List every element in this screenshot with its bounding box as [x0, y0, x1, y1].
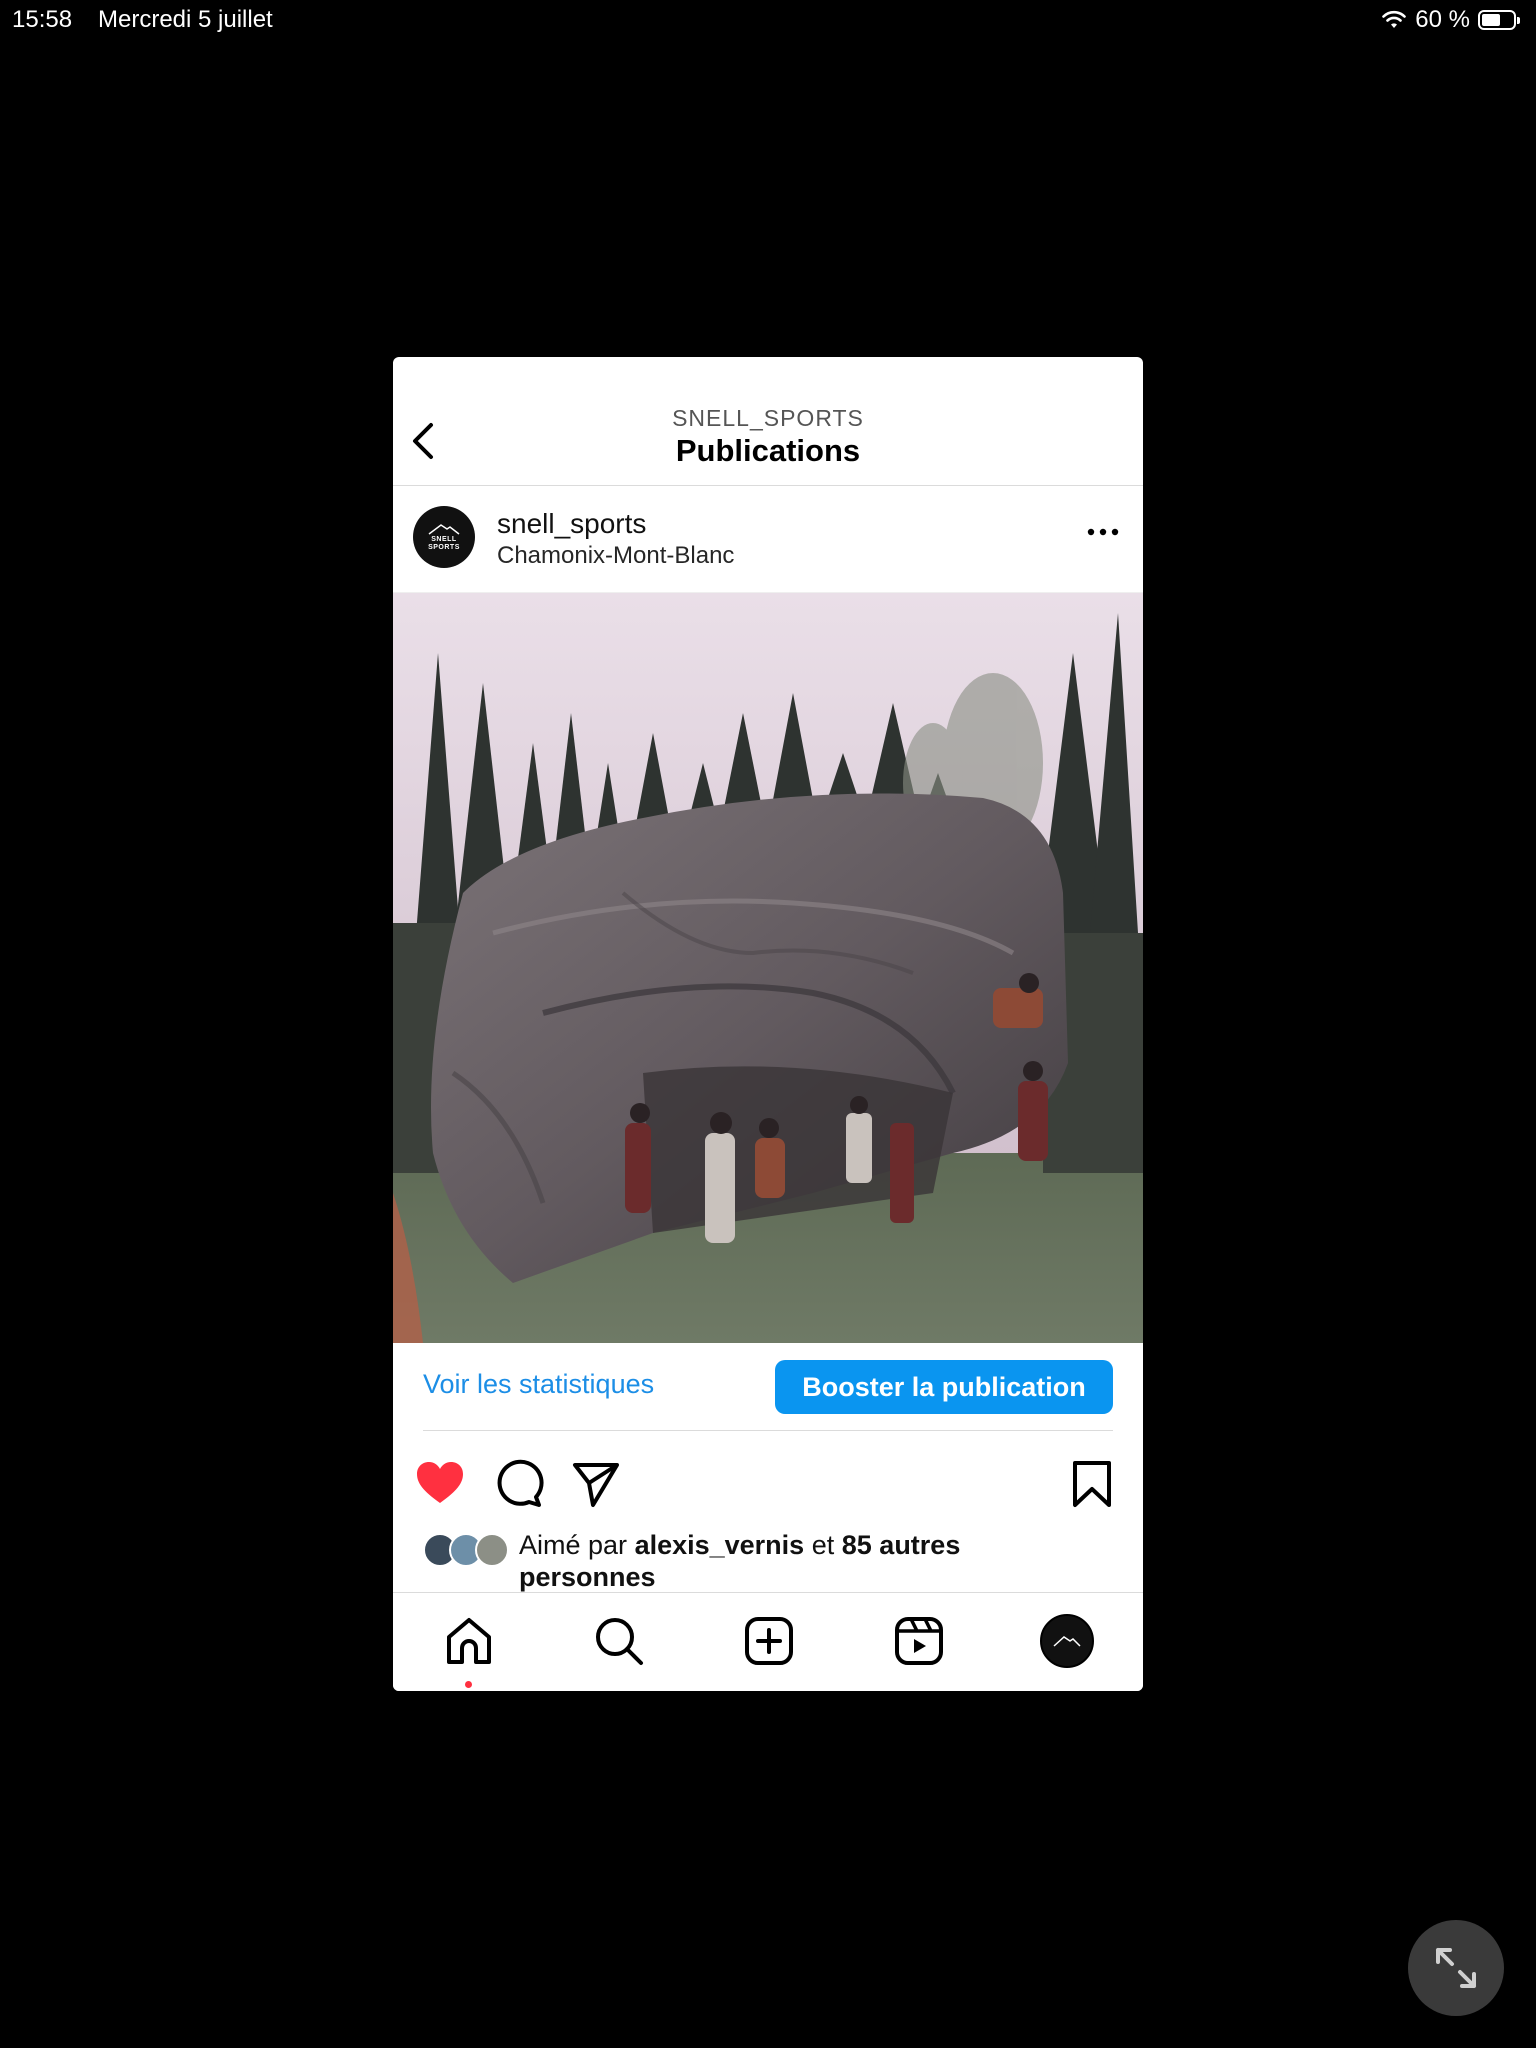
nav-header: SNELL_SPORTS Publications: [393, 357, 1143, 486]
post-username[interactable]: snell_sports: [497, 508, 646, 540]
wifi-icon: [1382, 10, 1407, 28]
post-header: SNELL SPORTS snell_sports Chamonix-Mont-…: [393, 486, 1143, 593]
instagram-post-view: SNELL_SPORTS Publications SNELL SPORTS s…: [393, 357, 1143, 1691]
avatar[interactable]: SNELL SPORTS: [413, 506, 475, 568]
likes-summary[interactable]: Aimé par alexis_vernis et 85 autres pers…: [423, 1529, 1123, 1592]
more-options-icon[interactable]: [1083, 520, 1123, 544]
header-subtitle: SNELL_SPORTS: [672, 405, 864, 431]
battery-fill: [1482, 14, 1500, 26]
bookmark-icon[interactable]: [1065, 1457, 1119, 1511]
view-insights-link[interactable]: Voir les statistiques: [423, 1369, 654, 1400]
avatar-logo-text: SNELL SPORTS: [428, 536, 460, 551]
reels-icon[interactable]: [893, 1615, 945, 1667]
liker-avatar: [475, 1533, 509, 1567]
profile-avatar[interactable]: [1040, 1614, 1094, 1668]
post-image[interactable]: [393, 593, 1143, 1343]
status-right: 60 %: [1381, 6, 1520, 34]
likes-connector: et: [811, 1530, 835, 1560]
battery-percent: 60 %: [1415, 6, 1470, 33]
plus-square-icon[interactable]: [743, 1615, 795, 1667]
expand-button[interactable]: [1408, 1920, 1504, 2016]
status-time: 15:58: [12, 6, 73, 33]
liker-username[interactable]: alexis_vernis: [635, 1530, 805, 1560]
home-icon[interactable]: [443, 1615, 495, 1667]
battery-icon: [1478, 10, 1520, 30]
post-location[interactable]: Chamonix-Mont-Blanc: [497, 542, 734, 570]
expand-icon: [1436, 1948, 1476, 1988]
divider: [423, 1430, 1113, 1431]
bottom-tab-bar: [393, 1592, 1143, 1691]
home-notification-dot: [465, 1681, 472, 1688]
logo-roof-icon: [428, 524, 460, 535]
heart-icon[interactable]: [413, 1457, 467, 1511]
likes-text: Aimé par alexis_vernis et 85 autres pers…: [519, 1529, 1079, 1593]
likes-prefix: Aimé par: [519, 1530, 628, 1560]
liker-avatars: [423, 1533, 513, 1573]
logo-roof-icon: [1053, 1636, 1081, 1647]
send-icon[interactable]: [569, 1457, 623, 1511]
page-title: Publications: [675, 433, 861, 468]
search-icon[interactable]: [593, 1615, 645, 1667]
comment-icon[interactable]: [491, 1457, 545, 1511]
boost-post-button[interactable]: Booster la publication: [775, 1360, 1113, 1414]
status-date: Mercredi 5 juillet: [98, 6, 273, 33]
status-bar: 15:58 Mercredi 5 juillet 60 %: [0, 0, 1536, 40]
